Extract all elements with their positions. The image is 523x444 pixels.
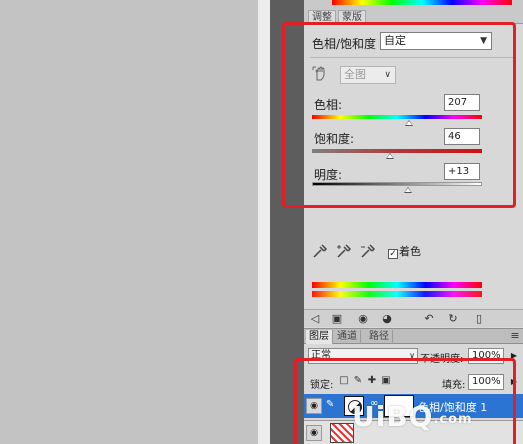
tab-channels[interactable]: 通道 bbox=[334, 330, 361, 344]
eyedropper-subtract-icon[interactable] bbox=[360, 243, 376, 259]
right-panel: 调整 蒙版 色相/饱和度 自定 ▼ 全图 ∨ 色相: 207 饱和度: 46 明… bbox=[282, 0, 523, 444]
reset-icon[interactable]: ↻ bbox=[446, 312, 460, 326]
adjustments-tab-bar: 调整 蒙版 bbox=[304, 0, 523, 24]
tab-layers[interactable]: 图层 bbox=[306, 330, 333, 344]
input-color-bar bbox=[312, 282, 482, 288]
colorize-checkbox[interactable]: ✓ 着色 bbox=[388, 243, 421, 259]
watermark-suffix: .com bbox=[433, 412, 473, 427]
layers-tab-bar: 图层 通道 路径 ≡ bbox=[304, 328, 523, 344]
spectrum-strip bbox=[332, 0, 512, 5]
eyedropper-add-icon[interactable] bbox=[336, 243, 352, 259]
checkbox-check-icon: ✓ bbox=[388, 249, 398, 259]
previous-state-icon[interactable]: ↶ bbox=[422, 312, 436, 326]
watermark-text: UiBQ bbox=[352, 400, 434, 433]
visibility-eye-icon[interactable]: ◕ bbox=[380, 312, 394, 326]
expand-view-icon[interactable]: ▣ bbox=[330, 312, 344, 326]
output-color-bar bbox=[312, 291, 482, 297]
back-arrow-icon[interactable]: ◁ bbox=[308, 312, 322, 326]
document-canvas[interactable] bbox=[0, 0, 258, 444]
panel-divider bbox=[258, 0, 270, 444]
trash-icon[interactable]: ▯ bbox=[472, 312, 486, 326]
clip-layer-icon[interactable]: ◉ bbox=[356, 312, 370, 326]
tab-paths[interactable]: 路径 bbox=[366, 330, 393, 344]
highlight-box-adjustments bbox=[282, 22, 516, 208]
adjustments-toolbar: ◁ ▣ ◉ ◕ ↶ ↻ ▯ bbox=[304, 309, 523, 327]
eyedropper-icon[interactable] bbox=[312, 243, 328, 259]
colorize-label: 着色 bbox=[399, 245, 421, 258]
watermark: UiBQ.com bbox=[352, 400, 473, 433]
panel-menu-icon[interactable]: ≡ bbox=[508, 329, 522, 343]
